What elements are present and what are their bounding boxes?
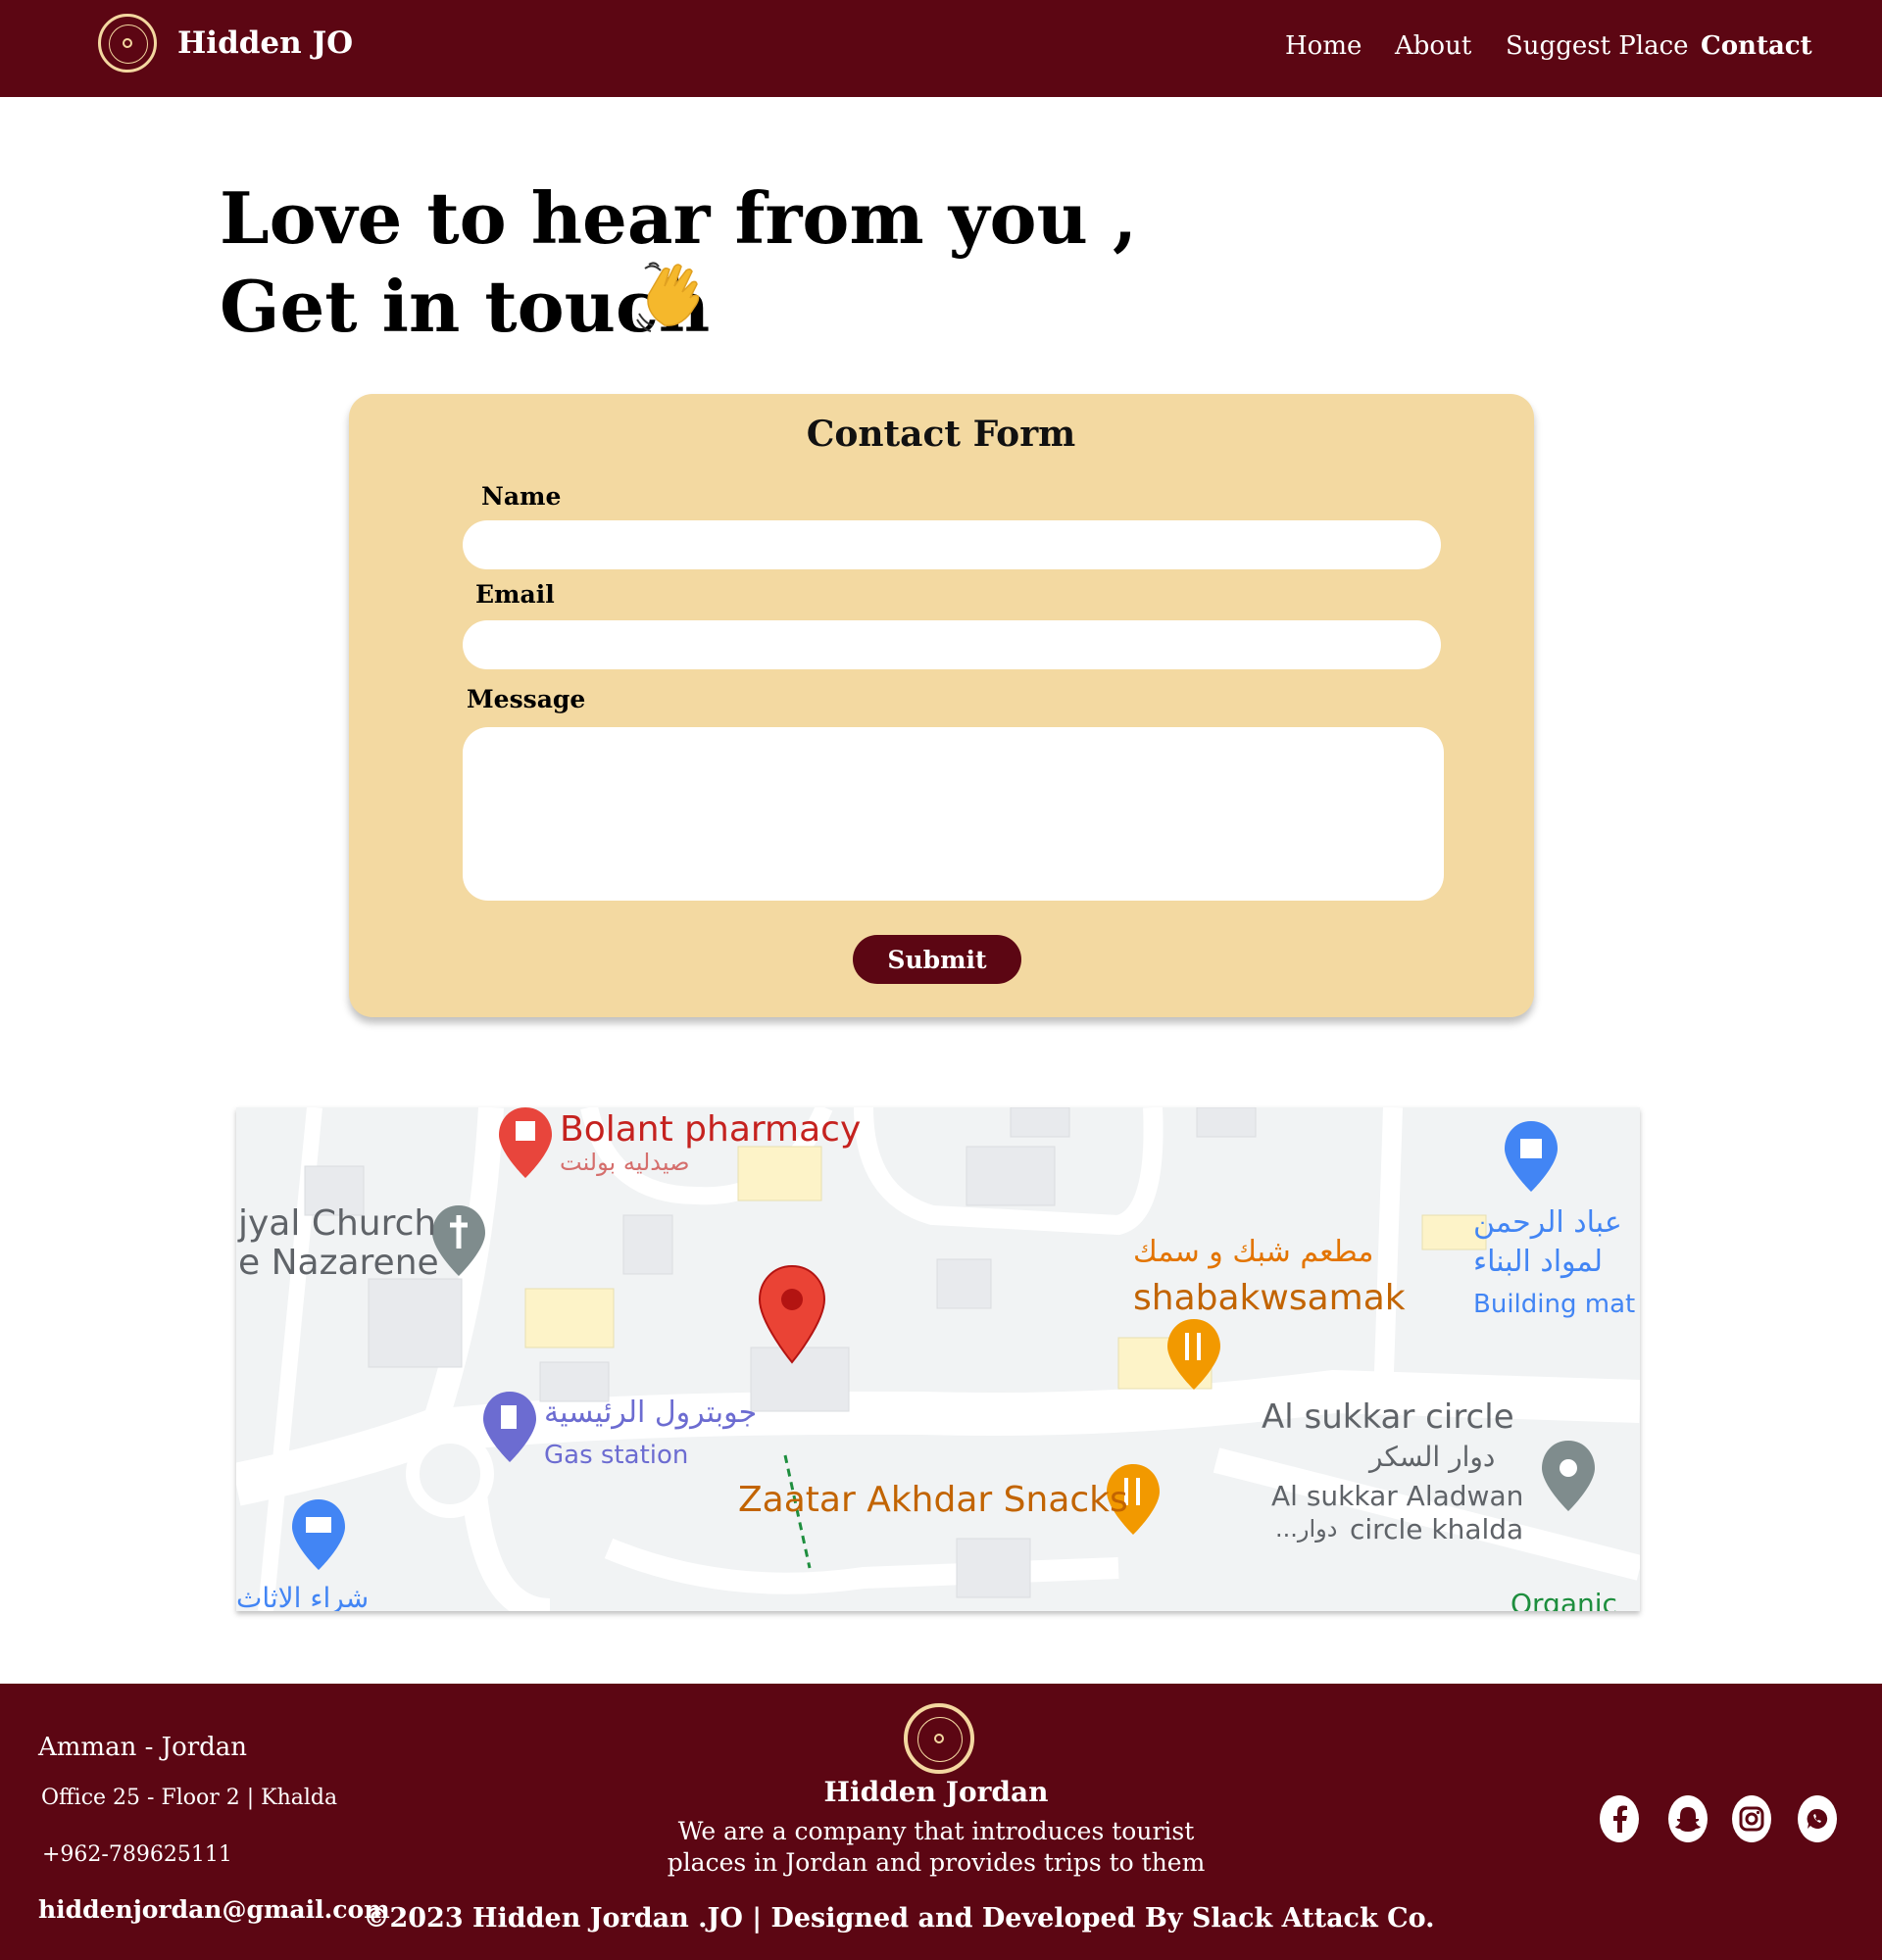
map-label-store: Building mat: [1473, 1290, 1636, 1319]
nav-suggest-place-link[interactable]: Suggest Place: [1506, 31, 1689, 61]
footer-city: Amman - Jordan: [38, 1733, 248, 1762]
whatsapp-icon[interactable]: [1798, 1795, 1837, 1842]
map-label-snacks: Zaatar Akhdar Snacks: [738, 1480, 1128, 1520]
map-label-shop-ar: شراء الاثاث: [236, 1582, 370, 1611]
map-label-circle-3-ar: ...دوار: [1275, 1515, 1338, 1543]
hero-heading-line1: Love to hear from you ,: [220, 176, 1138, 260]
facebook-icon[interactable]: [1600, 1795, 1639, 1842]
map-label-church-2: ie Nazarene: [236, 1243, 439, 1283]
instagram-icon[interactable]: [1732, 1795, 1771, 1842]
pharmacy-pin-icon[interactable]: [499, 1107, 552, 1178]
submit-button[interactable]: Submit: [853, 935, 1021, 984]
brand-name[interactable]: Hidden JO: [177, 25, 353, 61]
map-label-store-ar-1: عباد الرحمن: [1473, 1205, 1622, 1240]
map-label-circle-ar: دوار السكر: [1369, 1441, 1496, 1473]
location-pin-icon[interactable]: [758, 1264, 826, 1366]
contact-form-title: Contact Form: [806, 414, 1076, 455]
map-label-gas-ar: جوبترول الرئيسية: [544, 1396, 758, 1430]
message-label: Message: [467, 685, 586, 713]
logo-icon[interactable]: [98, 14, 157, 73]
name-label: Name: [481, 482, 562, 511]
footer-logo-icon[interactable]: [904, 1703, 974, 1774]
gas-station-pin-icon[interactable]: [483, 1392, 536, 1462]
circle-pin-icon[interactable]: [1542, 1441, 1595, 1511]
shopping-pin-icon[interactable]: [1505, 1121, 1558, 1192]
cart-pin-icon[interactable]: [292, 1499, 345, 1570]
nav-contact-link[interactable]: Contact: [1701, 31, 1812, 61]
map-label-organic: Organic: [1511, 1588, 1617, 1611]
location-map[interactable]: Bolant pharmacy صيدليه بولنت ijyal Churc…: [236, 1107, 1640, 1611]
footer-description-1: We are a company that introduces tourist: [677, 1817, 1195, 1845]
waving-hand-icon: [636, 262, 700, 332]
nav-about-link[interactable]: About: [1395, 31, 1471, 61]
map-label-restaurant-ar: مطعم شبك و سمك: [1133, 1235, 1374, 1269]
restaurant-pin-icon[interactable]: [1167, 1319, 1220, 1390]
snapchat-icon[interactable]: [1668, 1795, 1708, 1842]
map-label-pharmacy: Bolant pharmacy: [560, 1109, 862, 1150]
email-label: Email: [475, 580, 555, 609]
map-label-circle: Al sukkar circle: [1262, 1397, 1514, 1437]
church-pin-icon[interactable]: [432, 1205, 485, 1276]
map-label-church-1: ijyal Church: [236, 1203, 437, 1244]
map-label-circle-2: Al sukkar Aladwan: [1271, 1480, 1524, 1512]
navbar: Hidden JO Home About Suggest Place Conta…: [0, 0, 1882, 97]
footer-copyright: ©2023 Hidden Jordan .JO | Designed and D…: [363, 1903, 1435, 1934]
name-input[interactable]: [463, 520, 1441, 569]
map-label-store-ar-2: لمواد البناء: [1473, 1245, 1604, 1279]
map-label-gas: Gas station: [544, 1441, 689, 1470]
map-label-pharmacy-ar: صيدليه بولنت: [560, 1149, 690, 1176]
footer-description-2: places in Jordan and provides trips to t…: [667, 1848, 1206, 1877]
footer-company-name: Hidden Jordan: [823, 1776, 1049, 1808]
nav-home-link[interactable]: Home: [1285, 31, 1362, 61]
email-input[interactable]: [463, 620, 1441, 669]
message-textarea[interactable]: [463, 727, 1444, 901]
map-label-restaurant: shabakwsamak: [1133, 1278, 1406, 1318]
map-label-circle-3: circle khalda: [1350, 1513, 1524, 1545]
